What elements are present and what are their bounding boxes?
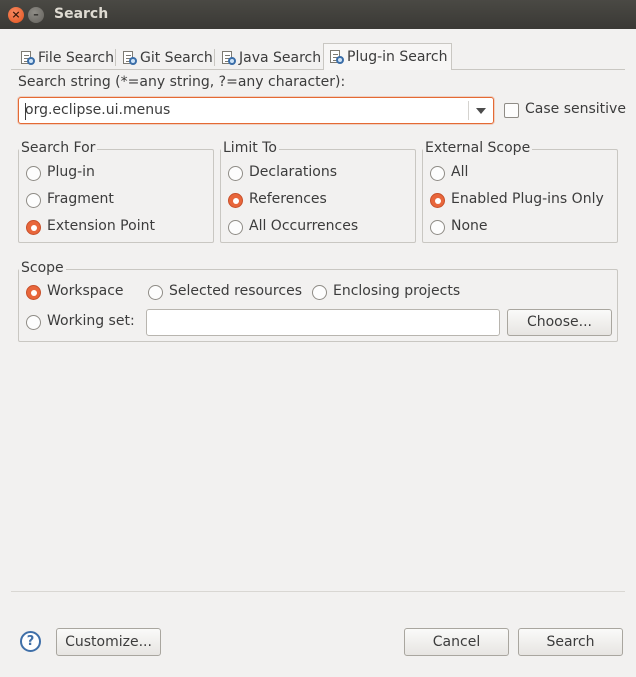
- tab-label: Git Search: [140, 49, 213, 66]
- radio-selected-resources[interactable]: [148, 285, 163, 300]
- radio-none[interactable]: [430, 220, 445, 235]
- minimize-icon[interactable]: –: [28, 7, 44, 23]
- search-string-label: Search string (*=any string, ?=any chara…: [18, 74, 346, 90]
- plugin-search-icon: [328, 49, 344, 65]
- radio-all-occurrences[interactable]: [228, 220, 243, 235]
- text-cursor: [25, 103, 26, 120]
- search-for-title: Search For: [19, 140, 98, 156]
- radio-all[interactable]: [430, 166, 445, 181]
- scope-title: Scope: [19, 260, 66, 276]
- title-bar: × – Search: [0, 0, 636, 29]
- window-title: Search: [54, 6, 109, 22]
- git-search-icon: [121, 50, 137, 66]
- tab-separator: [214, 49, 215, 66]
- radio-all-label: All: [451, 164, 469, 180]
- tab-plugin-search[interactable]: Plug-in Search: [323, 43, 453, 70]
- radio-extension-point[interactable]: [26, 220, 41, 235]
- chevron-down-icon[interactable]: [476, 108, 486, 114]
- tab-label: Plug-in Search: [347, 49, 448, 65]
- combo-separator: [468, 101, 469, 120]
- tab-java-search[interactable]: Java Search: [216, 45, 325, 70]
- search-button[interactable]: Search: [518, 628, 623, 656]
- radio-none-label: None: [451, 218, 488, 234]
- tab-label: Java Search: [239, 49, 322, 66]
- radio-references-label: References: [249, 191, 327, 207]
- radio-enabled-plugins-only[interactable]: [430, 193, 445, 208]
- java-search-icon: [220, 50, 236, 66]
- tab-file-search[interactable]: File Search: [15, 45, 118, 70]
- radio-plugin[interactable]: [26, 166, 41, 181]
- tab-separator: [115, 49, 116, 66]
- radio-declarations-label: Declarations: [249, 164, 338, 180]
- search-string-combo[interactable]: org.eclipse.ui.menus: [18, 97, 494, 124]
- cancel-button[interactable]: Cancel: [404, 628, 509, 656]
- radio-plugin-label: Plug-in: [47, 164, 95, 180]
- external-scope-title: External Scope: [423, 140, 533, 156]
- file-search-icon: [19, 50, 35, 66]
- radio-all-occurrences-label: All Occurrences: [249, 218, 359, 234]
- radio-fragment[interactable]: [26, 193, 41, 208]
- radio-workspace-label: Workspace: [47, 283, 124, 299]
- radio-references[interactable]: [228, 193, 243, 208]
- radio-enabled-plugins-only-label: Enabled Plug-ins Only: [451, 191, 604, 207]
- tab-git-search[interactable]: Git Search: [117, 45, 217, 70]
- radio-extension-point-label: Extension Point: [47, 218, 155, 234]
- tab-label: File Search: [38, 49, 114, 66]
- close-icon[interactable]: ×: [8, 7, 24, 23]
- limit-to-title: Limit To: [221, 140, 279, 156]
- radio-enclosing-projects[interactable]: [312, 285, 327, 300]
- customize-button[interactable]: Customize...: [56, 628, 161, 656]
- radio-selected-resources-label: Selected resources: [169, 283, 302, 299]
- footer-divider: [11, 591, 625, 592]
- radio-declarations[interactable]: [228, 166, 243, 181]
- search-string-input[interactable]: org.eclipse.ui.menus: [25, 102, 170, 118]
- radio-working-set-label: Working set:: [47, 313, 135, 329]
- case-sensitive-checkbox[interactable]: [504, 103, 519, 118]
- radio-working-set[interactable]: [26, 315, 41, 330]
- radio-enclosing-projects-label: Enclosing projects: [333, 283, 461, 299]
- choose-button[interactable]: Choose...: [507, 309, 612, 336]
- working-set-input[interactable]: [146, 309, 500, 336]
- help-icon[interactable]: ?: [20, 631, 41, 652]
- radio-workspace[interactable]: [26, 285, 41, 300]
- radio-fragment-label: Fragment: [47, 191, 114, 207]
- case-sensitive-label: Case sensitive: [525, 101, 626, 117]
